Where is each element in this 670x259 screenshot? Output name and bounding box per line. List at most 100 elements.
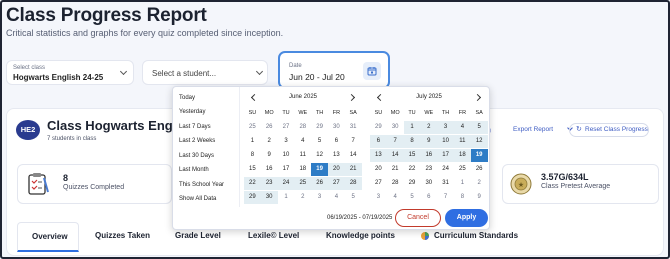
apply-button[interactable]: Apply bbox=[445, 209, 488, 227]
calendar-button[interactable] bbox=[363, 62, 381, 80]
calendar-day[interactable]: 10 bbox=[278, 149, 295, 162]
calendar-day[interactable]: 3 bbox=[437, 121, 454, 134]
calendar-day[interactable]: 8 bbox=[454, 191, 471, 204]
calendar-day[interactable]: 24 bbox=[437, 163, 454, 176]
calendar-day[interactable]: 1 bbox=[403, 121, 421, 134]
reset-progress-button[interactable]: ↻ Reset Class Progress bbox=[569, 123, 649, 137]
calendar-day[interactable]: 20 bbox=[370, 163, 387, 176]
calendar-day[interactable]: 21 bbox=[387, 163, 404, 176]
calendar-day[interactable]: 1 bbox=[454, 177, 471, 190]
calendar-day[interactable]: 31 bbox=[345, 121, 362, 134]
calendar-day[interactable]: 25 bbox=[294, 177, 312, 190]
student-select[interactable]: Select a student... bbox=[142, 60, 268, 85]
preset-this-school-year[interactable]: This School Year bbox=[179, 182, 224, 188]
calendar-day[interactable]: 26 bbox=[471, 163, 488, 176]
calendar-day[interactable]: 17 bbox=[278, 163, 295, 176]
preset-last-30-days[interactable]: Last 30 Days bbox=[179, 153, 214, 159]
calendar-day[interactable]: 27 bbox=[370, 177, 387, 190]
calendar-day[interactable]: 16 bbox=[420, 149, 438, 162]
calendar-day[interactable]: 31 bbox=[437, 177, 454, 190]
date-range-field[interactable]: Date Jun 20 - Jul 20 bbox=[278, 51, 390, 89]
calendar-day[interactable]: 8 bbox=[244, 149, 261, 162]
calendar-day[interactable]: 2 bbox=[471, 177, 488, 190]
tab-quizzes-taken[interactable]: Quizzes Taken bbox=[95, 222, 150, 252]
preset-last-2-weeks[interactable]: Last 2 Weeks bbox=[179, 138, 215, 144]
calendar-day[interactable]: 27 bbox=[278, 121, 295, 134]
calendar-day[interactable]: 23 bbox=[260, 177, 278, 190]
calendar-day[interactable]: 18 bbox=[454, 149, 471, 162]
calendar-day[interactable]: 28 bbox=[294, 121, 311, 134]
preset-today[interactable]: Today bbox=[179, 95, 195, 101]
calendar-day[interactable]: 4 bbox=[454, 121, 471, 134]
calendar-day[interactable]: 25 bbox=[244, 121, 261, 134]
calendar-day[interactable]: 12 bbox=[470, 135, 488, 148]
calendar-day[interactable]: 2 bbox=[294, 191, 311, 204]
calendar-day[interactable]: 6 bbox=[328, 135, 345, 148]
calendar-day[interactable]: 1 bbox=[278, 191, 295, 204]
calendar-day[interactable]: 22 bbox=[244, 177, 261, 190]
calendar-day[interactable]: 21 bbox=[344, 163, 362, 176]
calendar-day[interactable]: 2 bbox=[261, 135, 278, 148]
calendar-day[interactable]: 13 bbox=[328, 149, 345, 162]
calendar-day[interactable]: 11 bbox=[454, 135, 471, 148]
calendar-day[interactable]: 24 bbox=[277, 177, 295, 190]
calendar-day[interactable]: 4 bbox=[294, 135, 311, 148]
calendar-day[interactable]: 30 bbox=[260, 191, 278, 204]
calendar-day[interactable]: 1 bbox=[244, 135, 261, 148]
calendar-day[interactable]: 14 bbox=[386, 149, 404, 162]
calendar-day[interactable]: 13 bbox=[370, 149, 387, 162]
calendar-day[interactable]: 22 bbox=[404, 163, 421, 176]
calendar-day[interactable]: 11 bbox=[294, 149, 311, 162]
calendar-day[interactable]: 17 bbox=[437, 149, 454, 162]
calendar-day[interactable]: 30 bbox=[387, 121, 404, 134]
calendar-day[interactable]: 7 bbox=[386, 135, 404, 148]
cancel-button[interactable]: Cancel bbox=[395, 209, 441, 227]
preset-last-7-days[interactable]: Last 7 Days bbox=[179, 124, 211, 130]
calendar-day[interactable]: 19 bbox=[311, 163, 328, 176]
calendar-day[interactable]: 29 bbox=[404, 177, 421, 190]
calendar-day[interactable]: 2 bbox=[420, 121, 438, 134]
calendar-day[interactable]: 15 bbox=[403, 149, 421, 162]
tab-overview[interactable]: Overview bbox=[17, 222, 79, 252]
calendar-day[interactable]: 4 bbox=[328, 191, 345, 204]
calendar-day[interactable]: 26 bbox=[261, 121, 278, 134]
calendar-day[interactable]: 30 bbox=[328, 121, 345, 134]
calendar-day[interactable]: 28 bbox=[344, 177, 362, 190]
calendar-day[interactable]: 15 bbox=[244, 163, 261, 176]
calendar-day[interactable]: 5 bbox=[345, 191, 362, 204]
calendar-day[interactable]: 12 bbox=[311, 149, 328, 162]
calendar-day[interactable]: 9 bbox=[471, 191, 488, 204]
calendar-day[interactable]: 23 bbox=[420, 163, 437, 176]
calendar-day[interactable]: 3 bbox=[311, 191, 328, 204]
calendar-day[interactable]: 3 bbox=[370, 191, 387, 204]
calendar-day[interactable]: 6 bbox=[420, 191, 437, 204]
calendar-day[interactable]: 14 bbox=[345, 149, 362, 162]
class-select[interactable]: Select class Hogwarts English 24-25 bbox=[6, 60, 134, 85]
calendar-day[interactable]: 4 bbox=[387, 191, 404, 204]
calendar-day[interactable]: 9 bbox=[420, 135, 438, 148]
calendar-day[interactable]: 10 bbox=[437, 135, 454, 148]
calendar-day[interactable]: 3 bbox=[278, 135, 295, 148]
calendar-day[interactable]: 5 bbox=[311, 135, 328, 148]
calendar-day[interactable]: 29 bbox=[370, 121, 387, 134]
calendar-day[interactable]: 26 bbox=[311, 177, 328, 190]
calendar-day[interactable]: 20 bbox=[328, 163, 345, 176]
calendar-day[interactable]: 29 bbox=[244, 191, 261, 204]
calendar-day[interactable]: 16 bbox=[261, 163, 278, 176]
calendar-day[interactable]: 7 bbox=[437, 191, 454, 204]
calendar-day[interactable]: 25 bbox=[454, 163, 471, 176]
calendar-day[interactable]: 5 bbox=[404, 191, 421, 204]
calendar-day[interactable]: 6 bbox=[370, 135, 387, 148]
calendar-day[interactable]: 7 bbox=[345, 135, 362, 148]
calendar-day[interactable]: 29 bbox=[311, 121, 328, 134]
calendar-day[interactable]: 9 bbox=[261, 149, 278, 162]
preset-last-month[interactable]: Last Month bbox=[179, 167, 209, 173]
calendar-day[interactable]: 18 bbox=[294, 163, 311, 176]
calendar-day[interactable]: 5 bbox=[470, 121, 488, 134]
preset-show-all-data[interactable]: Show All Data bbox=[179, 196, 216, 202]
calendar-day[interactable]: 8 bbox=[403, 135, 421, 148]
preset-yesterday[interactable]: Yesterday bbox=[179, 109, 205, 115]
calendar-day[interactable]: 27 bbox=[328, 177, 345, 190]
calendar-day[interactable]: 28 bbox=[387, 177, 404, 190]
calendar-day[interactable]: 30 bbox=[420, 177, 437, 190]
